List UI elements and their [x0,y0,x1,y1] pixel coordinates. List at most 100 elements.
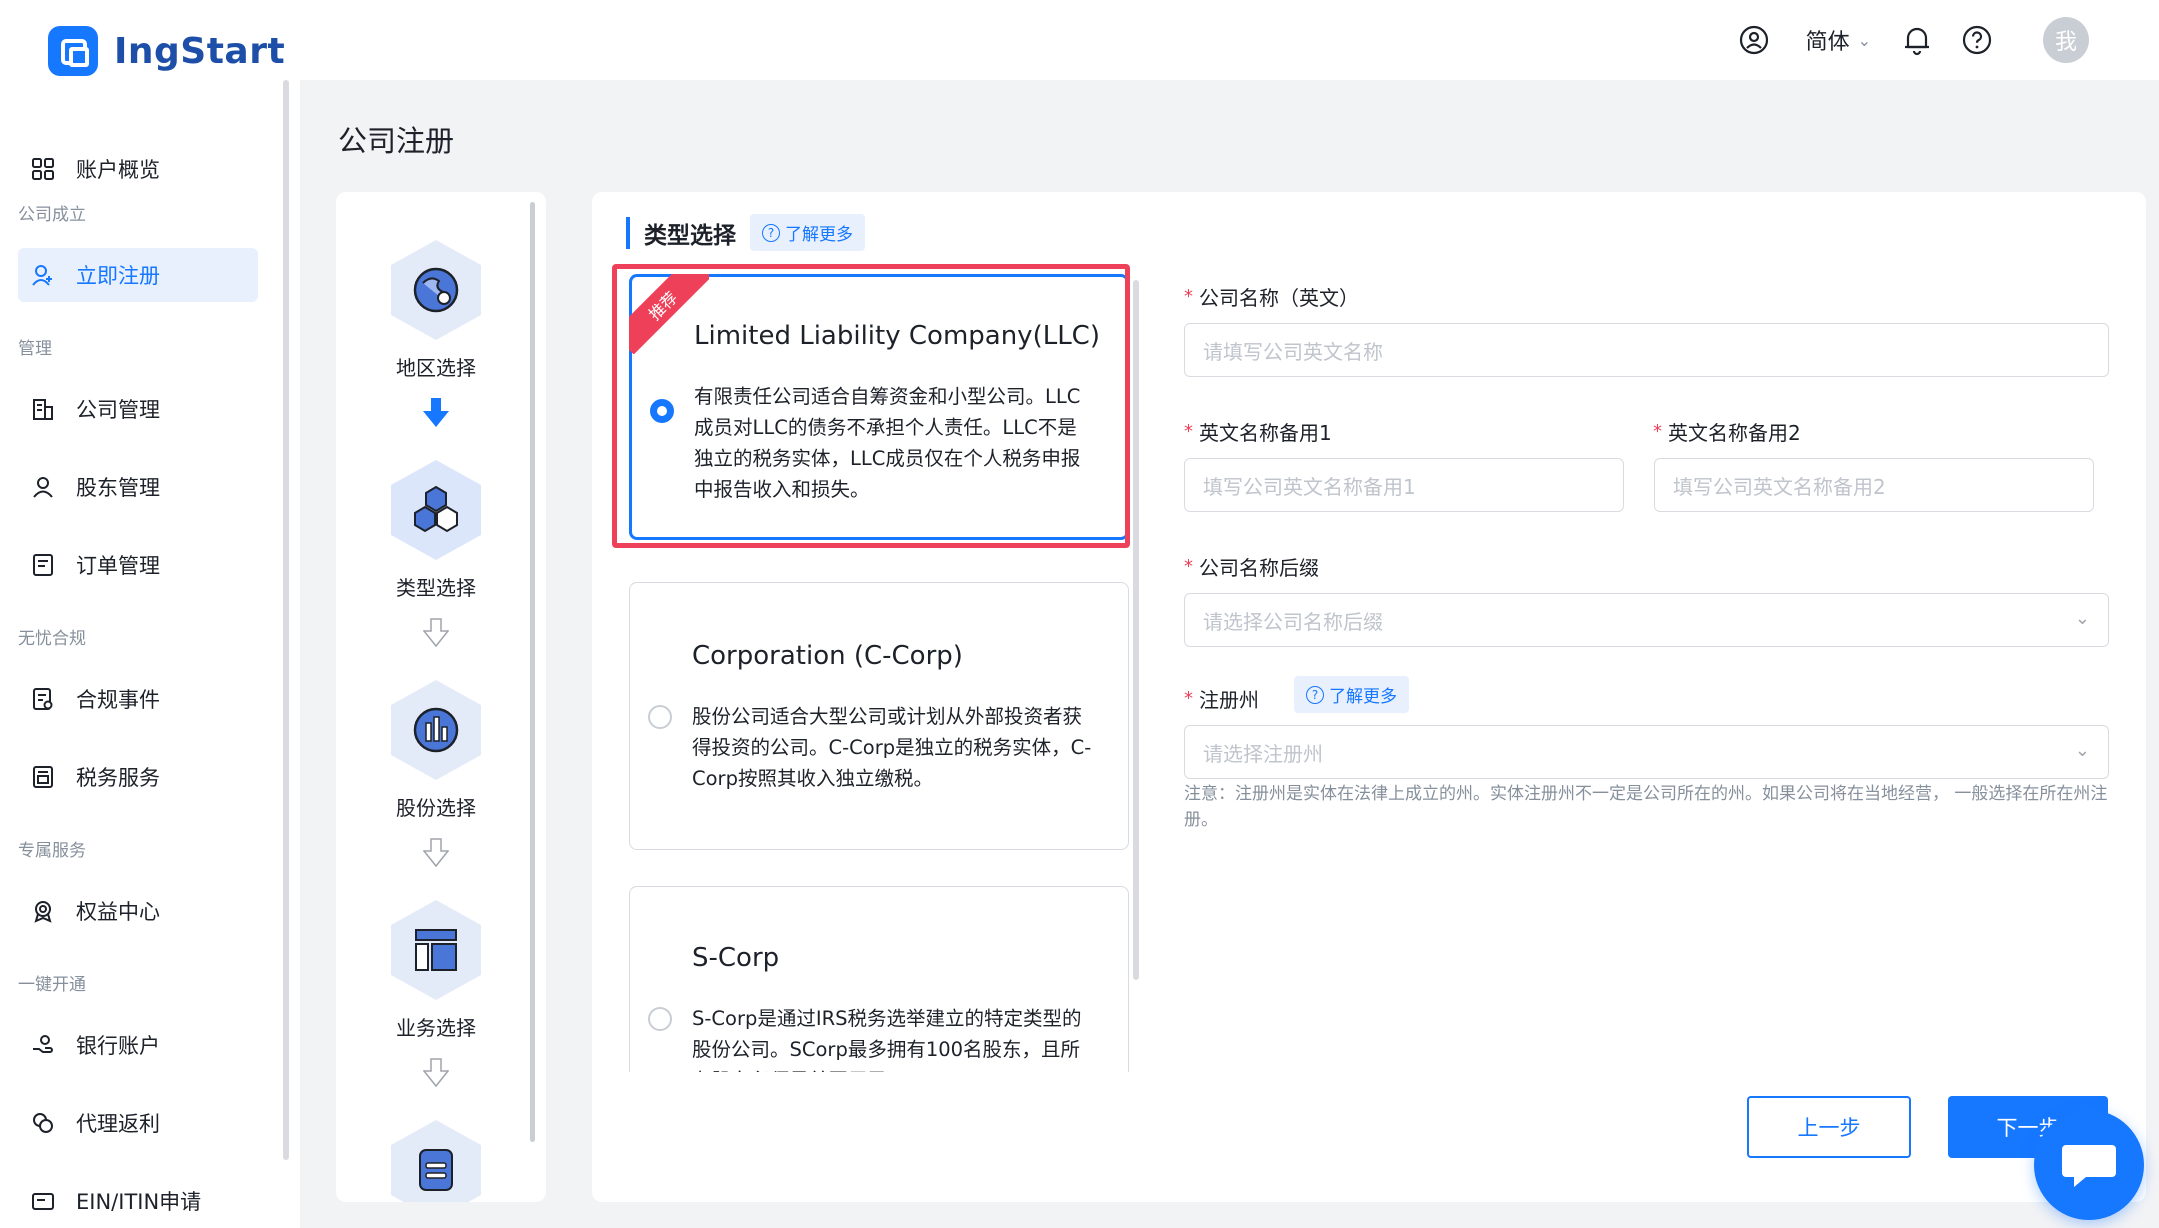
coins-icon [28,1108,58,1138]
avatar[interactable]: 我 [2043,17,2089,63]
grid-icon [28,154,58,184]
language-select[interactable]: 简体 ⌄ [1806,24,1871,56]
sidebar-item-agent-rebate[interactable]: 代理返利 [18,1096,258,1150]
name-suffix-select[interactable]: 请选择公司名称后缀 ⌄ [1184,593,2109,647]
step-arrow-down-icon [366,1058,506,1092]
document-icon [419,1149,453,1191]
page-title: 公司注册 [338,124,455,158]
state-label: * 注册州 [1184,684,1259,713]
brand-name: IngStart [114,30,286,72]
company-type-card-ccorp[interactable]: Corporation (C-Corp) 股份公司适合大型公司或计划从外部投资者… [629,582,1129,850]
step-business[interactable]: 业务选择 [366,900,506,1041]
step-hex [391,240,481,340]
checklist-icon [28,684,58,714]
help-icon[interactable] [1957,20,1997,60]
chat-icon[interactable] [2034,1110,2144,1220]
step-type[interactable]: 类型选择 [366,460,506,601]
step-arrow-down-icon [366,618,506,652]
alt-name-2-input[interactable]: 填写公司英文名称备用2 [1654,458,2094,512]
sidebar-item-label: EIN/ITIN申请 [76,1190,202,1214]
sidebar-scrollbar[interactable] [283,80,289,1160]
learn-more-button[interactable]: ? 了解更多 [750,214,865,251]
card-description: S-Corp是通过IRS税务选举建立的特定类型的股份公司。SCorp最多拥有10… [692,1007,1082,1072]
sidebar-item-tax-services[interactable]: 税务服务 [18,750,258,804]
chevron-down-icon: ⌄ [1857,30,1871,50]
placeholder: 请选择注册州 [1203,741,1323,766]
required-marker: * [1184,421,1193,442]
sidebar-item-label: 合规事件 [76,688,160,712]
question-icon: ? [762,223,780,242]
placeholder: 请选择公司名称后缀 [1203,609,1383,634]
sidebar-item-label: 税务服务 [76,766,160,790]
support-icon[interactable] [1734,20,1774,60]
sidebar-item-label: 银行账户 [76,1034,160,1058]
question-icon: ? [1306,685,1324,704]
radio-scorp[interactable] [648,1007,672,1031]
nav-group-label: 一键开通 [18,975,86,995]
sidebar-item-order-management[interactable]: 订单管理 [18,538,258,592]
nav-group-label: 管理 [18,339,52,359]
hexagons-icon [414,485,458,533]
radio-ccorp[interactable] [648,705,672,729]
logo-icon [48,26,98,76]
badge-icon [28,896,58,926]
learn-more-label: 了解更多 [785,225,853,245]
sidebar-item-company-management[interactable]: 公司管理 [18,382,258,436]
cards-scrollbar[interactable] [1133,280,1139,980]
state-learn-more-button[interactable]: ? 了解更多 [1294,676,1409,713]
placeholder: 填写公司英文名称备用2 [1673,474,1886,499]
step-document[interactable] [366,1120,506,1202]
company-type-card-scorp[interactable]: S-Corp S-Corp是通过IRS税务选举建立的特定类型的股份公司。SCor… [629,886,1129,1072]
step-label: 地区选择 [396,356,476,380]
field-label-text: 英文名称备用1 [1199,421,1332,445]
sidebar-item-register-now[interactable]: 立即注册 [18,248,258,302]
bell-icon[interactable] [1897,20,1937,60]
required-marker: * [1653,421,1662,442]
sidebar-item-benefits-center[interactable]: 权益中心 [18,884,258,938]
field-label-text: 公司名称后缀 [1199,556,1319,580]
tax-doc-icon [28,762,58,792]
sidebar-item-shareholder-management[interactable]: 股东管理 [18,460,258,514]
alt-name-1-input[interactable]: 填写公司英文名称备用1 [1184,458,1624,512]
globe-icon [413,267,459,313]
layout-icon [415,929,457,971]
field-label-text: 注册州 [1199,688,1259,712]
state-select[interactable]: 请选择注册州 ⌄ [1184,725,2109,779]
company-name-en-label: * 公司名称（英文） [1184,282,1359,311]
sidebar-item-ein-itin[interactable]: EIN/ITIN申请 [18,1174,258,1228]
step-shares[interactable]: 股份选择 [366,680,506,821]
required-marker: * [1184,556,1193,577]
placeholder: 填写公司英文名称备用1 [1203,474,1416,499]
company-name-en-input[interactable]: 请填写公司英文名称 [1184,323,2109,377]
sidebar-item-bank-account[interactable]: 银行账户 [18,1018,258,1072]
nav-group-label: 公司成立 [18,205,86,225]
person-icon [28,472,58,502]
logo[interactable]: IngStart [48,26,285,76]
step-label: 股份选择 [396,796,476,820]
section-title: 类型选择 [644,222,736,249]
required-marker: * [1184,688,1193,709]
field-label-text: 英文名称备用2 [1668,421,1801,445]
list-doc-icon [28,550,58,580]
card-description: 股份公司适合大型公司或计划从外部投资者获得投资的公司。C-Corp是独立的税务实… [692,705,1092,790]
sidebar-item-label: 股东管理 [76,476,160,500]
nav-group-label: 专属服务 [18,841,86,861]
language-label: 简体 [1805,30,1850,55]
alt-name-1-label: * 英文名称备用1 [1184,417,1332,446]
step-region[interactable]: 地区选择 [366,240,506,381]
sidebar-item-compliance-events[interactable]: 合规事件 [18,672,258,726]
shares-chart-icon [413,707,459,753]
hand-coin-icon [28,1030,58,1060]
section-header: 类型选择 ? 了解更多 [626,214,865,251]
sidebar-item-account-overview[interactable]: 账户概览 [18,142,258,196]
prev-button[interactable]: 上一步 [1747,1096,1911,1158]
step-hex [391,460,481,560]
step-hex [391,1120,481,1202]
id-card-icon [28,1186,58,1216]
placeholder: 请填写公司英文名称 [1203,339,1383,364]
steps-panel: 地区选择 类型选择 股份选择 业务选择 [336,192,546,1202]
sidebar: 账户概览 公司成立 立即注册 管理 公司管理 股东管理 订单管理 无忧合规 合规… [0,80,300,1228]
steps-scrollbar[interactable] [530,202,535,1142]
learn-more-label: 了解更多 [1329,687,1397,707]
chevron-down-icon: ⌄ [2074,740,2090,761]
